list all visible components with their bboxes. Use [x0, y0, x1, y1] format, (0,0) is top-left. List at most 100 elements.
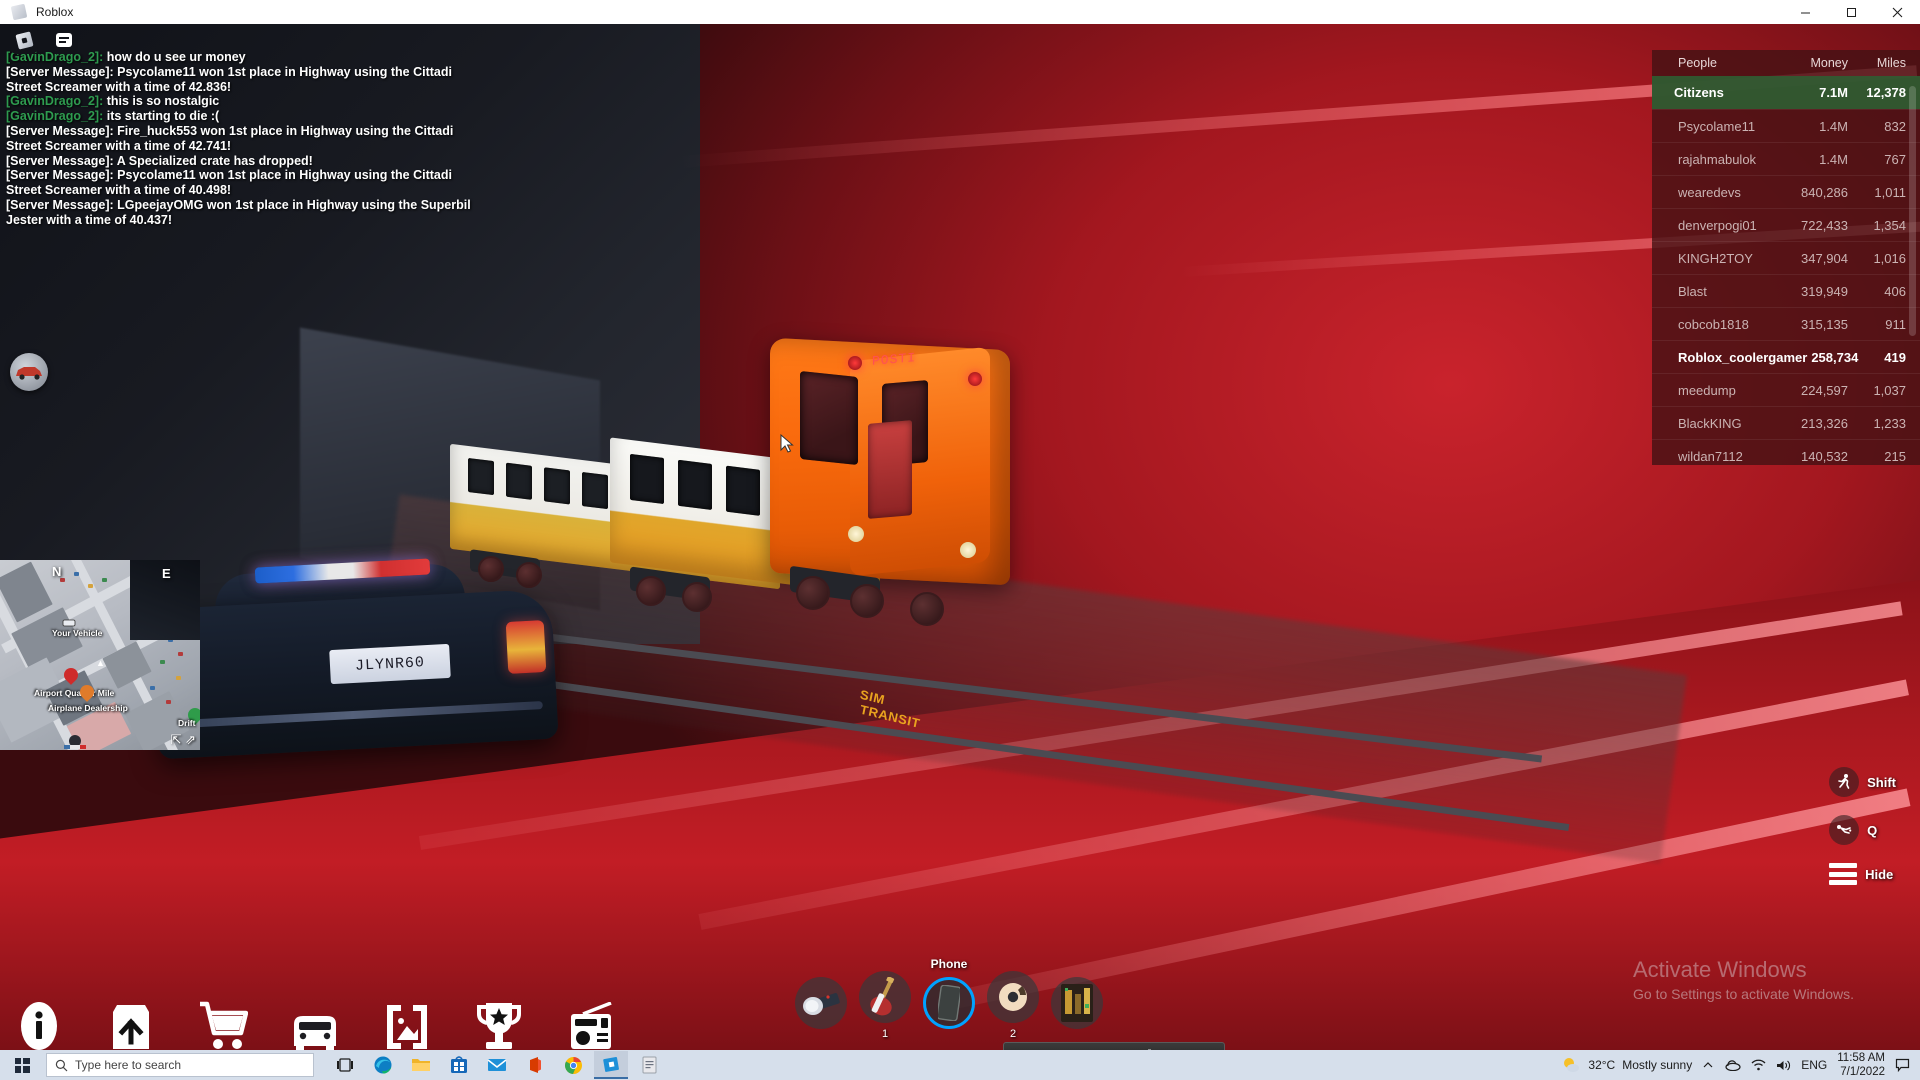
- minimap-pin-airport[interactable]: [61, 665, 81, 686]
- hotbar-slot[interactable]: 2: [987, 971, 1039, 1040]
- leaderboard-row[interactable]: Blast 319,949 406: [1652, 274, 1920, 307]
- player-miles: 1,016: [1873, 250, 1906, 266]
- chat-username: [GavinDrago_2]:: [6, 94, 104, 109]
- train-headlight: [968, 372, 982, 386]
- clock-time: 11:58 AM: [1837, 1052, 1885, 1064]
- minimize-button[interactable]: [1782, 0, 1828, 24]
- edge-icon[interactable]: [366, 1051, 400, 1079]
- leaderboard-row[interactable]: KINGH2TOY 347,904 1,016: [1652, 241, 1920, 274]
- train-headlight: [848, 356, 862, 370]
- player-name: wearedevs: [1678, 184, 1741, 200]
- hamburger-icon: [1829, 863, 1858, 885]
- hotbar-slot[interactable]: Phone: [923, 957, 975, 1034]
- mail-icon[interactable]: [480, 1051, 514, 1079]
- expand-icon[interactable]: ⇱ ⇗: [171, 732, 196, 748]
- roblox-menu-icon[interactable]: [10, 26, 38, 54]
- hotbar-slot[interactable]: 1: [859, 971, 911, 1040]
- clock[interactable]: 11:58 AM 7/1/2022: [1837, 1051, 1885, 1079]
- player-miles: 1,354: [1873, 217, 1906, 233]
- temperature: 32°C: [1588, 1058, 1616, 1072]
- hotbar-slot-key: 1: [881, 1028, 889, 1040]
- file-explorer-icon[interactable]: [404, 1051, 438, 1079]
- maximize-button[interactable]: [1828, 0, 1874, 24]
- chat-toolbar: [10, 26, 78, 54]
- chat-text: [Server Message]: Fire_huck553 won 1st p…: [6, 123, 457, 153]
- leaderboard-row[interactable]: rajahmabulok 1.4M 767: [1652, 142, 1920, 175]
- activate-windows-watermark: Activate Windows Go to Settings to activ…: [1633, 957, 1854, 1002]
- player-money: 1.4M: [1819, 118, 1848, 134]
- office-icon[interactable]: [518, 1051, 552, 1079]
- player-miles: 1,233: [1873, 415, 1906, 431]
- leaderboard-scrollbar[interactable]: [1909, 86, 1916, 336]
- chat-message: [Server Message]: A Specialized crate ha…: [6, 154, 476, 169]
- task-view-icon[interactable]: [328, 1051, 362, 1079]
- team-miles: 12,378: [1866, 85, 1906, 100]
- radio-icon: [558, 998, 624, 1052]
- weather-widget[interactable]: 32°C Mostly sunny: [1562, 1056, 1692, 1075]
- hotbar-slot[interactable]: [1051, 977, 1103, 1034]
- train-wheel: [636, 576, 666, 606]
- leaderboard-header: People Money Miles: [1652, 50, 1920, 76]
- chat-message: [Server Message]: Fire_huck553 won 1st p…: [6, 124, 476, 154]
- language-indicator[interactable]: ENG: [1801, 1058, 1827, 1072]
- leaderboard-rows: Psycolame11 1.4M 832 rajahmabulok 1.4M 767 wea…: [1652, 109, 1920, 465]
- player-name: cobcob1818: [1678, 316, 1749, 332]
- hide-ui-control[interactable]: Hide: [1829, 863, 1893, 885]
- leaderboard-row[interactable]: wildan7112 140,532 215: [1652, 439, 1920, 465]
- run-icon: [1829, 767, 1860, 797]
- hotbar-slot[interactable]: [795, 977, 847, 1034]
- leaderboard-row[interactable]: Roblox_coolergamer 258,734 419: [1652, 340, 1920, 373]
- hotbar-slot-key: 2: [1009, 1028, 1017, 1040]
- chevron-up-icon[interactable]: [1702, 1059, 1714, 1071]
- chat-message: [Server Message]: Psycolame11 won 1st pl…: [6, 168, 476, 198]
- minimap[interactable]: N E Your Vehicle Airport Quarter Mile Ai…: [0, 560, 200, 750]
- chat-text: its starting to die :(: [103, 109, 220, 124]
- chrome-icon[interactable]: [556, 1051, 590, 1079]
- leaderboard-row[interactable]: wearedevs 840,286 1,011: [1652, 175, 1920, 208]
- search-placeholder: Type here to search: [75, 1058, 182, 1072]
- leaderboard-panel[interactable]: People Money Miles Citizens 7.1M 12,378 …: [1652, 50, 1920, 465]
- windows-start-icon[interactable]: [0, 1050, 44, 1080]
- player-name: wildan7112: [1678, 448, 1743, 464]
- dive-control[interactable]: Q: [1829, 815, 1877, 845]
- minimap-pin-airplane-dealership[interactable]: [77, 682, 97, 703]
- info-icon: [6, 998, 72, 1052]
- wifi-icon[interactable]: [1751, 1059, 1766, 1071]
- police-taillight: [505, 620, 547, 674]
- leaderboard-team-row[interactable]: Citizens 7.1M 12,378: [1652, 76, 1920, 109]
- search-input[interactable]: Type here to search: [46, 1053, 314, 1077]
- leaderboard-row[interactable]: denverpogi01 722,433 1,354: [1652, 208, 1920, 241]
- taskbar-apps: [328, 1051, 666, 1079]
- notifications-icon[interactable]: [1895, 1058, 1910, 1072]
- leaderboard-row[interactable]: meedump 224,597 1,037: [1652, 373, 1920, 406]
- chat-icon[interactable]: [50, 26, 78, 54]
- mouse-cursor: [780, 434, 794, 453]
- close-button[interactable]: [1874, 0, 1920, 24]
- leaderboard-row[interactable]: cobcob1818 315,135 911: [1652, 307, 1920, 340]
- player-name: Psycolame11: [1678, 118, 1756, 134]
- chat-text: [Server Message]: A Specialized crate ha…: [6, 153, 313, 168]
- volume-icon[interactable]: [1776, 1059, 1791, 1072]
- player-money: 319,949: [1801, 283, 1848, 299]
- guitar-icon: [859, 971, 911, 1023]
- player-miles: 419: [1884, 349, 1906, 365]
- minimap-vehicle-marker: [62, 619, 76, 627]
- player-money: 347,904: [1801, 250, 1848, 266]
- system-tray: 32°C Mostly sunny ENG 11:58 AM 7/1/2022: [1562, 1051, 1920, 1079]
- chat-text: [Server Message]: LGpeejayOMG won 1st pl…: [6, 197, 475, 227]
- crate-icon: [98, 998, 164, 1052]
- leaderboard-row[interactable]: BlackKING 213,326 1,233: [1652, 406, 1920, 439]
- onedrive-icon[interactable]: [1724, 1059, 1741, 1071]
- minimap-terrain: [0, 560, 200, 750]
- chat-message: [GavinDrago_2]: its starting to die :(: [6, 109, 476, 124]
- player-name: KINGH2TOY: [1678, 250, 1753, 266]
- notepad-icon[interactable]: [632, 1051, 666, 1079]
- microsoft-store-icon[interactable]: [442, 1051, 476, 1079]
- roblox-taskbar-icon[interactable]: [594, 1051, 628, 1079]
- sprint-control[interactable]: Shift: [1829, 767, 1896, 797]
- minimap-label-your-vehicle: Your Vehicle: [52, 628, 103, 638]
- leaderboard-row[interactable]: Psycolame11 1.4M 832: [1652, 109, 1920, 142]
- vehicle-thumbnail[interactable]: [10, 353, 48, 391]
- minimap-label-airport-quarter-mile: Airport Quarter Mile: [34, 688, 115, 698]
- minimap-player-marker: [64, 735, 86, 749]
